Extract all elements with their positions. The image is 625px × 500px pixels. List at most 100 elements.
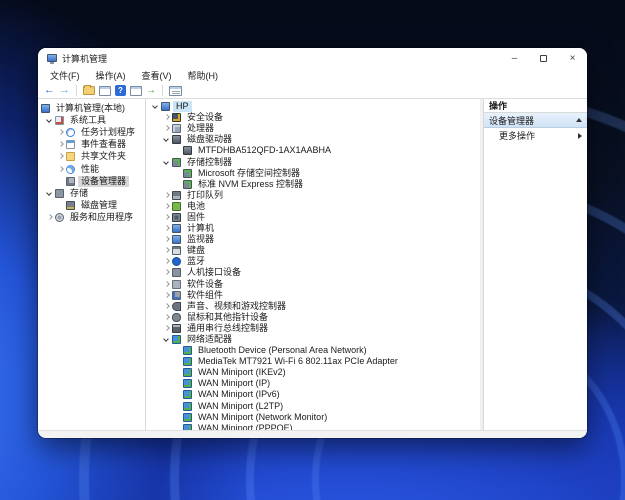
tree-item[interactable]: WAN Miniport (L2TP) xyxy=(146,401,480,412)
tree-item[interactable]: 安全设备 xyxy=(146,112,480,123)
chevron-right-icon[interactable] xyxy=(161,201,172,212)
tree-item[interactable]: 监视器 xyxy=(146,234,480,245)
help-icon[interactable]: ? xyxy=(115,85,126,96)
chevron-spacer xyxy=(172,423,183,430)
tree-item[interactable]: 磁盘驱动器 xyxy=(146,134,480,145)
collapse-icon[interactable] xyxy=(576,118,582,122)
tree-item[interactable]: 人机接口设备 xyxy=(146,267,480,278)
tree-item[interactable]: 打印队列 xyxy=(146,190,480,201)
chevron-right-icon[interactable] xyxy=(161,112,172,123)
chevron-right-icon[interactable] xyxy=(161,290,172,301)
chevron-down-icon[interactable] xyxy=(44,115,55,126)
tree-item[interactable]: 存储控制器 xyxy=(146,156,480,167)
tree-item[interactable]: MTFDHBA512QFD-1AX1AABHA xyxy=(146,145,480,156)
tree-item[interactable]: WAN Miniport (IKEv2) xyxy=(146,367,480,378)
tree-item[interactable]: 鼠标和其他指针设备 xyxy=(146,312,480,323)
tree-item[interactable]: 网络适配器 xyxy=(146,334,480,345)
tree-item[interactable]: 系统工具 xyxy=(38,114,145,126)
chevron-down-icon[interactable] xyxy=(150,101,161,112)
tree-item[interactable]: Microsoft 存储空间控制器 xyxy=(146,168,480,179)
close-button[interactable]: × xyxy=(558,48,587,68)
chevron-right-icon[interactable] xyxy=(55,127,66,138)
tree-item[interactable]: 计算机 xyxy=(146,223,480,234)
usb-icon xyxy=(172,324,181,333)
computer-icon xyxy=(161,102,170,111)
devmgr-icon xyxy=(66,177,75,186)
tree-item[interactable]: 软件设备 xyxy=(146,279,480,290)
chevron-down-icon[interactable] xyxy=(161,134,172,145)
console-tree-icon[interactable] xyxy=(99,86,111,96)
tree-item[interactable]: 通用串行总线控制器 xyxy=(146,323,480,334)
tree-item[interactable]: 标准 NVM Express 控制器 xyxy=(146,179,480,190)
tree-item[interactable]: 计算机管理(本地) xyxy=(38,102,145,114)
tree-item[interactable]: 键盘 xyxy=(146,245,480,256)
chevron-spacer xyxy=(55,200,66,211)
storage-icon xyxy=(172,158,181,167)
tree-item-label: WAN Miniport (L2TP) xyxy=(195,401,286,412)
tree-item[interactable]: 存储 xyxy=(38,187,145,199)
chevron-right-icon[interactable] xyxy=(161,267,172,278)
chevron-right-icon[interactable] xyxy=(161,279,172,290)
back-icon[interactable]: ← xyxy=(44,85,55,96)
console-tree-pane: 计算机管理(本地)系统工具任务计划程序事件查看器共享文件夹性能设备管理器存储磁盘… xyxy=(38,99,146,430)
tree-item-label: 计算机 xyxy=(184,223,217,234)
action-pane-icon[interactable] xyxy=(169,86,182,96)
tree-item[interactable]: 性能 xyxy=(38,163,145,175)
tree-item[interactable]: WAN Miniport (IP) xyxy=(146,378,480,389)
firmware-icon xyxy=(172,213,181,222)
diskmgmt-icon xyxy=(66,201,75,210)
up-folder-icon[interactable] xyxy=(83,86,95,95)
chevron-right-icon[interactable] xyxy=(55,139,66,150)
tree-item[interactable]: 声音、视频和游戏控制器 xyxy=(146,301,480,312)
tree-item[interactable]: 共享文件夹 xyxy=(38,151,145,163)
chevron-right-icon[interactable] xyxy=(161,323,172,334)
more-actions-item[interactable]: 更多操作 xyxy=(484,128,587,143)
tree-item[interactable]: WAN Miniport (IPv6) xyxy=(146,389,480,400)
chevron-right-icon[interactable] xyxy=(44,212,55,223)
menu-help[interactable]: 帮助(H) xyxy=(180,68,227,83)
tree-item[interactable]: MediaTek MT7921 Wi-Fi 6 802.11ax PCIe Ad… xyxy=(146,356,480,367)
tree-item[interactable]: 软件组件 xyxy=(146,290,480,301)
tree-item[interactable]: 设备管理器 xyxy=(38,175,145,187)
network-icon xyxy=(183,368,192,377)
chevron-right-icon[interactable] xyxy=(55,164,66,175)
chevron-right-icon[interactable] xyxy=(55,151,66,162)
tree-item[interactable]: 服务和应用程序 xyxy=(38,212,145,224)
chevron-right-icon[interactable] xyxy=(161,245,172,256)
chevron-right-icon[interactable] xyxy=(161,234,172,245)
tree-item[interactable]: Bluetooth Device (Personal Area Network) xyxy=(146,345,480,356)
maximize-button[interactable] xyxy=(529,48,558,68)
chevron-right-icon[interactable] xyxy=(161,256,172,267)
menu-action[interactable]: 操作(A) xyxy=(88,68,134,83)
chevron-right-icon[interactable] xyxy=(161,212,172,223)
minimize-button[interactable]: – xyxy=(500,48,529,68)
properties-window-icon[interactable] xyxy=(130,86,142,96)
forward-icon[interactable]: → xyxy=(59,85,70,96)
chevron-right-icon[interactable] xyxy=(161,123,172,134)
tree-item[interactable]: 处理器 xyxy=(146,123,480,134)
tree-item[interactable]: 磁盘管理 xyxy=(38,200,145,212)
chevron-right-icon[interactable] xyxy=(161,301,172,312)
menu-view[interactable]: 查看(V) xyxy=(134,68,180,83)
chevron-down-icon[interactable] xyxy=(44,188,55,199)
tree-item-label: 人机接口设备 xyxy=(184,267,244,278)
title-bar[interactable]: 计算机管理 – × xyxy=(38,48,587,68)
chevron-spacer xyxy=(172,179,183,190)
chevron-right-icon[interactable] xyxy=(161,312,172,323)
tree-item[interactable]: WAN Miniport (Network Monitor) xyxy=(146,412,480,423)
tree-item[interactable]: HP xyxy=(146,101,480,112)
tree-item[interactable]: 任务计划程序 xyxy=(38,126,145,138)
tree-item-label: MediaTek MT7921 Wi-Fi 6 802.11ax PCIe Ad… xyxy=(195,356,401,367)
chevron-down-icon[interactable] xyxy=(161,157,172,168)
menu-file[interactable]: 文件(F) xyxy=(42,68,88,83)
tree-item[interactable]: WAN Miniport (PPPOE) xyxy=(146,423,480,430)
actions-group-device-manager[interactable]: 设备管理器 xyxy=(484,113,587,128)
chevron-right-icon[interactable] xyxy=(161,223,172,234)
tree-item[interactable]: 固件 xyxy=(146,212,480,223)
chevron-right-icon[interactable] xyxy=(161,190,172,201)
tree-item[interactable]: 电池 xyxy=(146,201,480,212)
export-list-icon[interactable]: → xyxy=(146,85,156,96)
tree-item[interactable]: 蓝牙 xyxy=(146,256,480,267)
tree-item[interactable]: 事件查看器 xyxy=(38,139,145,151)
chevron-down-icon[interactable] xyxy=(161,334,172,345)
